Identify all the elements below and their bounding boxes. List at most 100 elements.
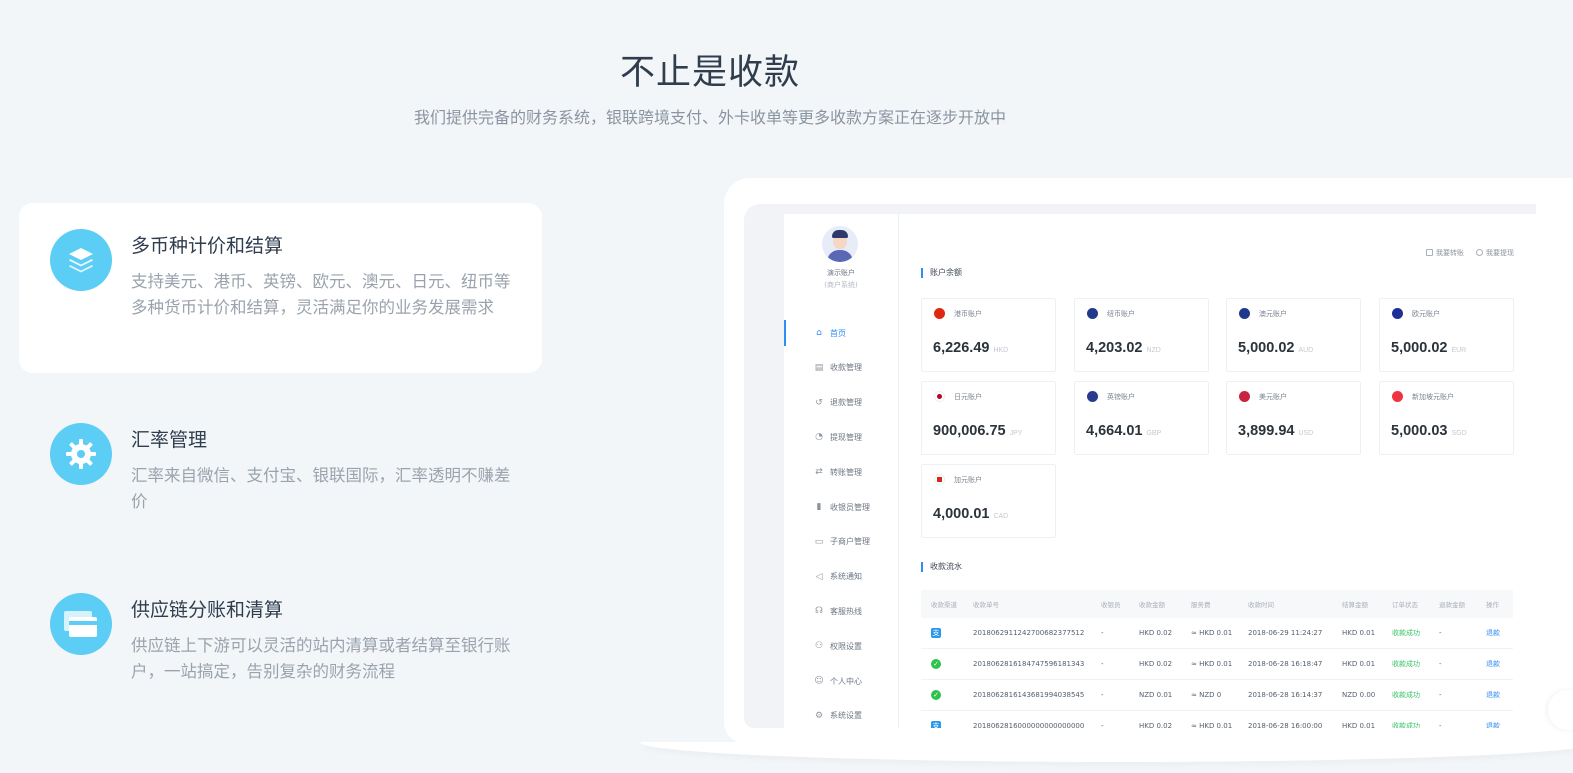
feature-desc: 支持美元、港币、英镑、欧元、澳元、日元、纽币等多种货币计价和结算，灵活满足你的业… <box>131 272 511 317</box>
account-card-gbp[interactable]: 英镑账户 4,664.01 GBP <box>1074 381 1209 455</box>
account-card-usd[interactable]: 美元账户 3,899.94 USD <box>1226 381 1361 455</box>
table-cell: NZD 0.01 <box>1139 691 1173 699</box>
feature-title: 多币种计价和结算 <box>131 235 284 257</box>
withdraw-link[interactable]: 我要提现 <box>1476 248 1514 258</box>
sidebar-item-receipt[interactable]: ▤ 收款管理 <box>784 359 898 377</box>
table-row: ✓ 201806281618474759618​1343 - HKD 0.02 ≈ HK… <box>921 649 1513 680</box>
user-icon: ☺ <box>814 676 824 686</box>
account-name: 欧元账户 <box>1412 310 1440 318</box>
feature-card-exchange-rate[interactable]: 汇率管理 汇率来自微信、支付宝、银联国际，汇率透明不赚差价 <box>19 397 542 567</box>
sidebar-item-label: 系统设置 <box>830 711 862 721</box>
column-header: 收款单号 <box>973 601 999 609</box>
home-icon: ⌂ <box>816 328 822 338</box>
flag-icon <box>1239 391 1250 402</box>
table-row: 支 20180629112427006823775​12 - HKD 0.02 ≈ HK… <box>921 618 1513 649</box>
sidebar-item-label: 转账管理 <box>830 467 862 477</box>
sidebar-item-withdraw[interactable]: ◔ 提现管理 <box>784 428 898 446</box>
avatar[interactable] <box>822 226 858 262</box>
flag-icon <box>1087 391 1098 402</box>
alipay-icon: 支 <box>931 628 941 638</box>
account-card-sgd[interactable]: 新加坡元账户 5,000.03 SGD <box>1379 381 1514 455</box>
table-cell: 收款成功 <box>1392 629 1420 637</box>
account-card-jpy[interactable]: 日元账户 900,006.75 JPY <box>921 381 1056 455</box>
account-currency: JPY <box>1009 430 1023 437</box>
sidebar-item-refund[interactable]: ↺ 退款管理 <box>784 394 898 412</box>
sidebar-item-label: 首页 <box>830 328 846 338</box>
refund-link[interactable]: 退款 <box>1486 628 1513 638</box>
account-card-cad[interactable]: 加元账户 4,000.01 CAD <box>921 464 1056 538</box>
account-currency: EUR <box>1451 347 1467 354</box>
flow-section-title: 收款流水 <box>921 562 962 572</box>
table-cell: - <box>1439 629 1442 637</box>
flag-icon <box>934 391 945 402</box>
sidebar-item-transfer[interactable]: ⇄ 转账管理 <box>784 463 898 481</box>
user-name: 演示账户 <box>827 269 855 277</box>
sidebar-item-speaker[interactable]: ◁ 系统通知 <box>784 568 898 586</box>
sidebar-item-label: 系统通知 <box>830 572 862 582</box>
feature-desc: 供应链上下游可以灵活的站内清算或者结算至银行账户，一站搞定，告别复杂的财务流程 <box>131 636 511 681</box>
flag-icon <box>934 308 945 319</box>
cashier-icon: ▮ <box>816 502 822 512</box>
transfer-icon: ⇄ <box>815 467 823 478</box>
refund-link[interactable]: 退款 <box>1486 690 1513 700</box>
account-name: 日元账户 <box>954 393 982 401</box>
table-cell: HKD 0.02 <box>1139 722 1173 728</box>
account-amount: 4,664.01 GBP <box>1086 423 1162 439</box>
account-currency: CAD <box>993 513 1009 520</box>
account-name: 美元账户 <box>1259 393 1287 401</box>
sidebar-item-label: 提现管理 <box>830 432 862 442</box>
sidebar-item-sub-merchant[interactable]: ▭ 子商户管理 <box>784 533 898 551</box>
account-card-aud[interactable]: 澳元账户 5,000.02 AUD <box>1226 298 1361 372</box>
flag-icon <box>1239 308 1250 319</box>
gear-icon <box>50 423 112 485</box>
flag-icon <box>1087 308 1098 319</box>
laptop-base <box>640 742 1573 762</box>
column-header: 服务费 <box>1191 601 1211 609</box>
table-cell: 收款成功 <box>1392 691 1420 699</box>
account-card-nzd[interactable]: 纽币账户 4,203.02 NZD <box>1074 298 1209 372</box>
transfer-link[interactable]: 我要转账 <box>1426 248 1464 258</box>
headset-icon: ☊ <box>815 606 823 617</box>
table-row: 支 201806281600000000000​0000 - HKD 0.02 ≈ HK… <box>921 711 1513 728</box>
table-cell: 2018-06-29 11:24:27 <box>1248 629 1323 637</box>
sub-merchant-icon: ▭ <box>814 536 824 547</box>
table-cell: ≈ HKD 0.01 <box>1191 629 1233 637</box>
account-card-eur[interactable]: 欧元账户 5,000.02 EUR <box>1379 298 1514 372</box>
table-cell: - <box>1439 722 1442 728</box>
table-cell: 2018-06-28 16:00:00 <box>1248 722 1323 728</box>
table-cell: - <box>1439 691 1442 699</box>
column-header: 操作 <box>1486 601 1499 609</box>
account-currency: AUD <box>1298 347 1314 354</box>
refund-link[interactable]: 退款 <box>1486 659 1513 669</box>
refund-link[interactable]: 退款 <box>1486 721 1513 728</box>
account-amount: 5,000.02 AUD <box>1238 340 1314 356</box>
sidebar-item-settings[interactable]: ⚙ 系统设置 <box>784 707 898 725</box>
sidebar-item-user[interactable]: ☺ 个人中心 <box>784 672 898 690</box>
balance-section-title: 账户余额 <box>921 268 962 278</box>
withdraw-icon: ◔ <box>815 432 823 443</box>
feature-card-supply-chain[interactable]: 供应链分账和清算 供应链上下游可以灵活的站内清算或者结算至银行账户，一站搞定，告… <box>19 567 542 737</box>
table-cell: HKD 0.01 <box>1342 722 1376 728</box>
account-name: 加元账户 <box>954 476 982 484</box>
table-cell: ≈ NZD 0 <box>1191 691 1222 699</box>
settings-icon: ⚙ <box>814 710 824 721</box>
feature-card-multi-currency[interactable]: 多币种计价和结算 支持美元、港币、英镑、欧元、澳元、日元、纽币等多种货币计价和结… <box>19 203 542 373</box>
account-currency: USD <box>1298 430 1314 437</box>
account-amount: 4,203.02 NZD <box>1086 340 1161 356</box>
account-name: 新加坡元账户 <box>1412 393 1454 401</box>
table-row: ✓ 201806281614368199403​8545 - NZD 0.01 ≈ NZ… <box>921 680 1513 711</box>
account-amount: 4,000.01 CAD <box>933 506 1009 522</box>
table-cell: - <box>1101 691 1104 699</box>
column-header: 结算金额 <box>1342 601 1368 609</box>
wechat-icon: ✓ <box>931 690 941 700</box>
sidebar-item-home[interactable]: ⌂ 首页 <box>784 320 898 346</box>
account-currency: GBP <box>1146 430 1162 437</box>
table-cell: 收款成功 <box>1392 660 1420 668</box>
sidebar-item-cashier[interactable]: ▮ 收银员管理 <box>784 498 898 516</box>
table-cell: NZD 0.00 <box>1342 691 1376 699</box>
sidebar-item-headset[interactable]: ☊ 客服热线 <box>784 602 898 620</box>
table-cell: HKD 0.02 <box>1139 629 1173 637</box>
permission-icon: ⚇ <box>814 641 824 652</box>
sidebar-item-permission[interactable]: ⚇ 权限设置 <box>784 637 898 655</box>
account-card-hkd[interactable]: 港币账户 6,226.49 HKD <box>921 298 1056 372</box>
